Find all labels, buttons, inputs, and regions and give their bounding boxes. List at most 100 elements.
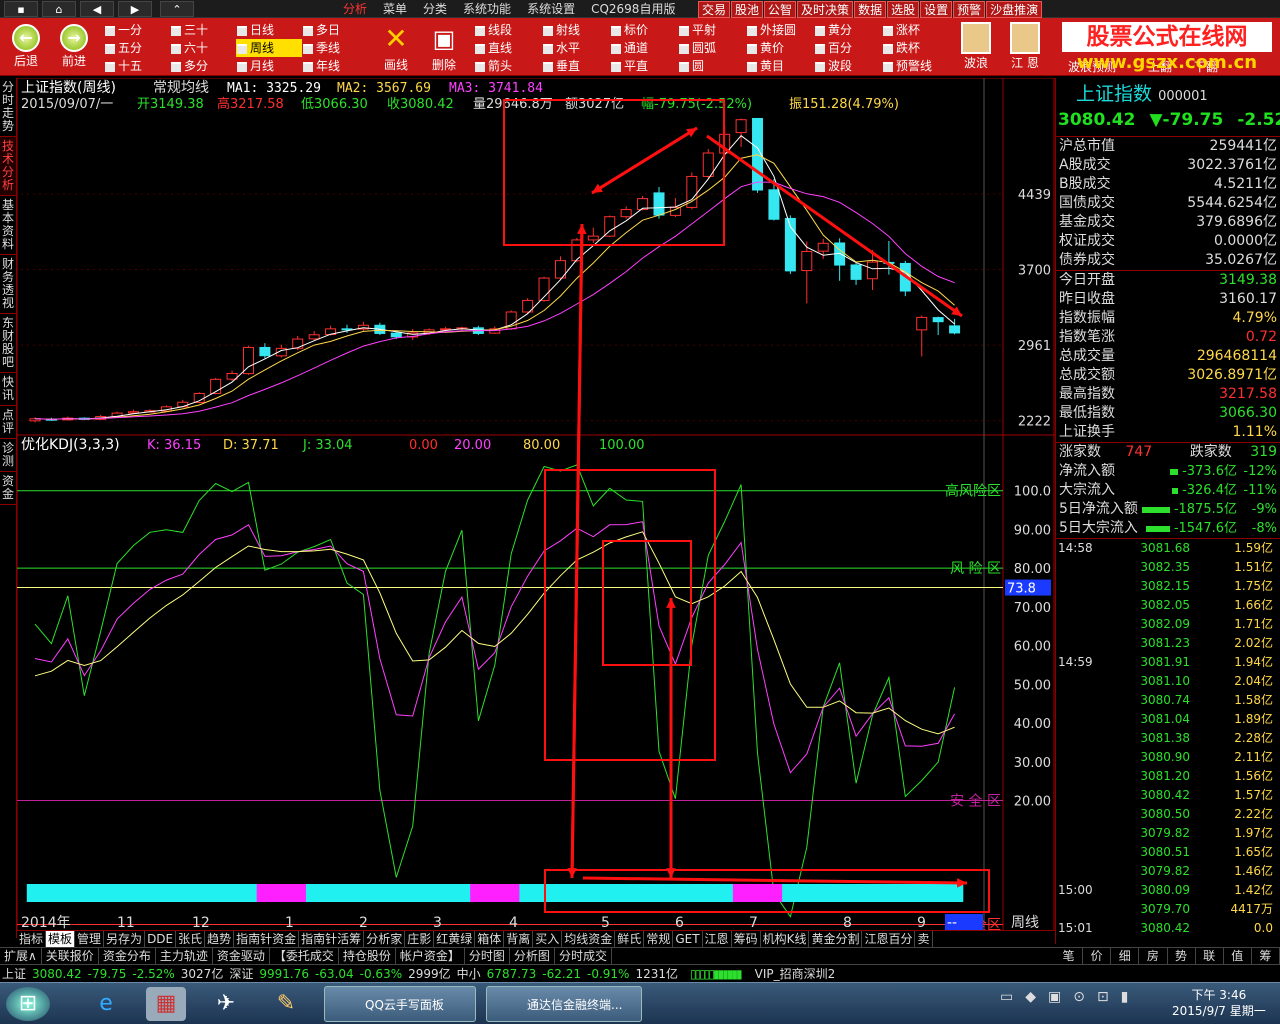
wave-button[interactable]: 波浪 <box>955 22 997 71</box>
extension-tab-9[interactable]: 分析图 <box>510 948 555 964</box>
draw-tool-20[interactable]: 预警线 <box>882 57 950 75</box>
draw-tool-16[interactable]: 百分 <box>814 39 882 57</box>
extension-tab-5[interactable]: 【委托成交 <box>270 948 339 964</box>
draw-tool-9[interactable]: 平射 <box>678 21 746 39</box>
detail-tab-6[interactable]: 值 <box>1224 948 1252 964</box>
indicator-tab-15[interactable]: 均线资金 <box>562 931 616 947</box>
menu-stock-picking[interactable]: 选股 <box>887 1 920 18</box>
menu-settings[interactable]: 设置 <box>920 1 953 18</box>
draw-tool-3[interactable]: 射线 <box>542 21 610 39</box>
tick-row[interactable]: 3080.51 1.65亿 <box>1056 843 1280 862</box>
detail-tab-3[interactable]: 房 <box>1139 948 1168 964</box>
period-10[interactable]: 季线 <box>302 39 368 57</box>
period-2[interactable]: 十五 <box>104 57 170 75</box>
extension-tab-10[interactable]: 分时成交 <box>555 948 612 964</box>
ie-icon[interactable]: e <box>86 987 126 1021</box>
draw-tool-13[interactable]: 黄价 <box>746 39 814 57</box>
draw-tool-12[interactable]: 外接圆 <box>746 21 814 39</box>
period-5[interactable]: 多分 <box>170 57 236 75</box>
period-1[interactable]: 五分 <box>104 39 170 57</box>
home-icon[interactable]: ⌂ <box>42 1 76 17</box>
side-tab-6[interactable]: 点评 <box>0 406 16 439</box>
tick-row[interactable]: 3079.70 4417万 <box>1056 900 1280 919</box>
tick-row[interactable]: 3080.42 1.57亿 <box>1056 786 1280 805</box>
detail-tab-5[interactable]: 联 <box>1196 948 1224 964</box>
draw-tool-19[interactable]: 跌杯 <box>882 39 950 57</box>
menu-category[interactable]: 分类 <box>415 0 455 18</box>
draw-line-button[interactable]: ✕ 画线 <box>376 22 416 73</box>
indicator-tab-24[interactable]: 卖 <box>915 931 933 947</box>
kline-chart[interactable]: 上证指数(周线) 常规均线 MA1: 3325.29 MA2: 3567.69 MA3:… <box>17 78 1055 934</box>
indicator-tab-0[interactable]: 指标 <box>17 931 47 947</box>
tick-row[interactable]: 15:01 3080.42 0.0 <box>1056 919 1280 938</box>
indicator-tab-4[interactable]: DDE <box>145 931 177 947</box>
draw-tool-17[interactable]: 波段 <box>814 57 882 75</box>
paint-icon[interactable]: ✎ <box>266 987 306 1021</box>
indicator-tab-13[interactable]: 背离 <box>504 931 534 947</box>
side-tab-3[interactable]: 财务透视 <box>0 255 16 314</box>
tick-row[interactable]: 3081.04 1.89亿 <box>1056 710 1280 729</box>
extension-tab-0[interactable]: 扩展∧ <box>0 948 42 964</box>
back-button[interactable]: ← 后退 <box>6 24 46 69</box>
tick-row[interactable]: 14:58 3081.68 1.59亿 <box>1056 539 1280 558</box>
forward-button[interactable]: → 前进 <box>54 24 94 69</box>
draw-tool-6[interactable]: 标价 <box>610 21 678 39</box>
tick-row[interactable]: 3080.90 2.11亿 <box>1056 748 1280 767</box>
indicator-tab-23[interactable]: 江恩百分 <box>862 931 916 947</box>
tick-row[interactable]: 3082.09 1.71亿 <box>1056 615 1280 634</box>
draw-tool-11[interactable]: 圆 <box>678 57 746 75</box>
menu-menu[interactable]: 菜单 <box>375 0 415 18</box>
draw-tool-18[interactable]: 涨杯 <box>882 21 950 39</box>
indicator-tab-14[interactable]: 买入 <box>533 931 563 947</box>
menu-data[interactable]: 数据 <box>854 1 887 18</box>
extension-tab-4[interactable]: 资金驱动 <box>213 948 270 964</box>
draw-tool-8[interactable]: 平直 <box>610 57 678 75</box>
app-icon-1[interactable]: ▦ <box>146 987 186 1021</box>
start-orb-icon[interactable]: ⊞ <box>6 987 50 1021</box>
tick-row[interactable]: 3080.74 1.58亿 <box>1056 691 1280 710</box>
indicator-tab-5[interactable]: 张氏 <box>176 931 206 947</box>
period-7[interactable]: 周线 <box>236 39 302 57</box>
indicator-tab-16[interactable]: 鲜氏 <box>615 931 645 947</box>
draw-tool-2[interactable]: 箭头 <box>474 57 542 75</box>
tick-row[interactable]: 3081.38 2.28亿 <box>1056 729 1280 748</box>
draw-tool-15[interactable]: 黄分 <box>814 21 882 39</box>
period-4[interactable]: 六十 <box>170 39 236 57</box>
side-tab-2[interactable]: 基本资料 <box>0 196 16 255</box>
indicator-tab-19[interactable]: 江恩 <box>703 931 732 947</box>
tick-row[interactable]: 3081.20 1.56亿 <box>1056 767 1280 786</box>
tick-list[interactable]: 14:58 3081.68 1.59亿 3082.35 1.51亿 3082.15 1.75… <box>1056 539 1280 938</box>
task-tdx-terminal[interactable]: 通达信金融终端... <box>486 986 642 1022</box>
tick-row[interactable]: 15:00 3080.09 1.42亿 <box>1056 881 1280 900</box>
menu-gongzhi[interactable]: 公智 <box>764 1 797 18</box>
period-9[interactable]: 多日 <box>302 21 368 39</box>
tick-row[interactable]: 3082.35 1.51亿 <box>1056 558 1280 577</box>
detail-tab-2[interactable]: 细 <box>1111 948 1140 964</box>
menu-sandbox[interactable]: 沙盘推演 <box>986 1 1043 18</box>
side-tab-1[interactable]: 技术分析 <box>0 137 16 196</box>
draw-tool-7[interactable]: 通道 <box>610 39 678 57</box>
menu-system-settings[interactable]: 系统设置 <box>519 0 583 18</box>
draw-tool-5[interactable]: 垂直 <box>542 57 610 75</box>
indicator-tab-10[interactable]: 庄影 <box>405 931 435 947</box>
period-11[interactable]: 年线 <box>302 57 368 75</box>
indicator-tab-21[interactable]: 机构K线 <box>761 931 810 947</box>
tick-row[interactable]: 3081.23 2.02亿 <box>1056 634 1280 653</box>
indicator-tab-1[interactable]: 模板 <box>46 931 76 947</box>
task-qq-handwriting[interactable]: QQ云手写面板 <box>324 986 476 1022</box>
menu-decision[interactable]: 及时决策 <box>797 1 854 18</box>
forward-arrow-icon[interactable]: ▶ <box>118 1 152 17</box>
back-arrow-icon[interactable]: ◀ <box>80 1 114 17</box>
extension-tab-1[interactable]: 关联报价 <box>42 948 99 964</box>
period-8[interactable]: 月线 <box>236 57 302 75</box>
indicator-tab-2[interactable]: 管理 <box>75 931 105 947</box>
tick-row[interactable]: 3082.15 1.75亿 <box>1056 577 1280 596</box>
menu-alert[interactable]: 预警 <box>953 1 986 18</box>
side-tab-5[interactable]: 快讯 <box>0 373 16 406</box>
indicator-tab-9[interactable]: 分析家 <box>364 931 406 947</box>
indicator-tab-17[interactable]: 常规 <box>644 931 674 947</box>
double-up-icon[interactable]: ⌃ <box>160 1 194 17</box>
indicator-tab-22[interactable]: 黄金分割 <box>809 931 863 947</box>
detail-tab-1[interactable]: 价 <box>1083 948 1112 964</box>
indicator-tab-8[interactable]: 指南针活筹 <box>299 931 365 947</box>
